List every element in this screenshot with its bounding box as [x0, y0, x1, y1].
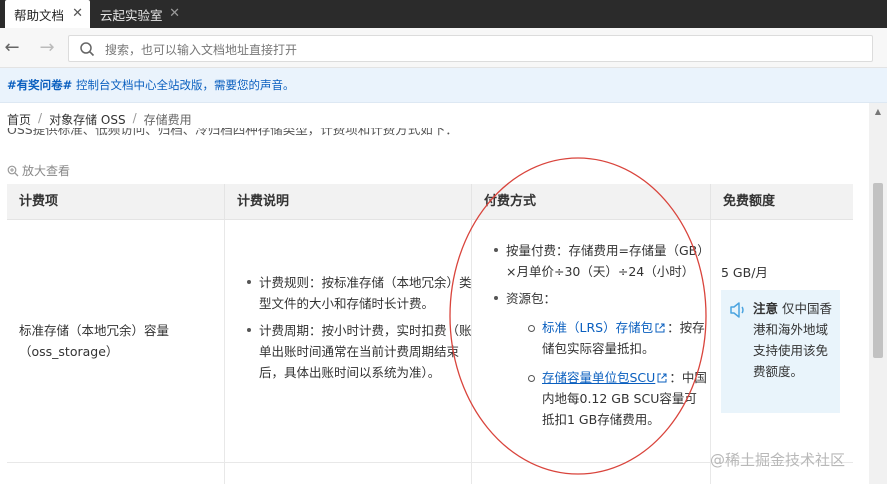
- search-input[interactable]: 搜索，也可以输入文档地址直接打开: [68, 35, 873, 62]
- free-quota-note: 注意 仅中国香港和海外地域支持使用该免费额度。: [721, 290, 840, 413]
- list-item: 标准（LRS）存储包 ：按存储包实际容量抵扣。: [520, 317, 707, 359]
- tab-label: 云起实验室: [100, 7, 163, 23]
- breadcrumb-separator: /: [132, 111, 137, 125]
- tab-label: 帮助文档: [14, 7, 65, 23]
- breadcrumb-current: 存储费用: [143, 113, 192, 127]
- scu-package-link[interactable]: 存储容量单位包SCU: [542, 370, 655, 385]
- forward-arrow-icon[interactable]: →: [35, 36, 59, 60]
- note-title: 注意: [753, 301, 779, 316]
- header-billing-item: 计费项: [19, 194, 59, 209]
- table-header: 计费项 计费说明 付费方式 免费额度: [7, 184, 853, 220]
- breadcrumb-home[interactable]: 首页: [7, 111, 31, 128]
- vertical-scrollbar[interactable]: ▲: [869, 103, 887, 484]
- billing-table: 计费项 计费说明 付费方式 免费额度 标准存储（本地冗余）容量 （oss_sto…: [7, 184, 853, 484]
- list-item: 计费规则：按标准存储（本地冗余）类型文件的大小和存储时长计费。: [245, 272, 477, 314]
- list-item: 按量付费：存储费用=存储量（GB）×月单价÷30（天）÷24（小时）: [492, 240, 707, 282]
- watermark: @稀土掘金技术社区: [710, 451, 846, 469]
- scrollbar-thumb[interactable]: [873, 183, 883, 358]
- breadcrumb-separator: /: [38, 111, 43, 125]
- speaker-icon: [730, 302, 744, 318]
- list-item: 资源包： 标准（LRS）存储包 ：按存储包实际容量抵扣。 存储容量单位包SCU ：中…: [492, 288, 707, 430]
- browser-toolbar: ← → 搜索，也可以输入文档地址直接打开: [0, 28, 887, 68]
- list-item: 计费周期：按小时计费，实时扣费（账单出账时间通常在当前计费周期结束后，具体出账时…: [245, 320, 477, 383]
- column-divider: [224, 220, 225, 484]
- header-free-quota: 免费额度: [710, 184, 853, 220]
- tab-help-docs[interactable]: 帮助文档 ✕: [5, 0, 90, 28]
- external-link-icon: [655, 323, 665, 333]
- browser-tab-strip: 帮助文档 ✕ 云起实验室 ✕: [0, 0, 887, 28]
- close-icon[interactable]: ✕: [72, 6, 83, 21]
- table-cell-billing-desc: 计费规则：按标准存储（本地冗余）类型文件的大小和存储时长计费。 计费周期：按小时…: [245, 272, 477, 389]
- column-divider: [710, 220, 711, 484]
- zoom-view-button[interactable]: 放大查看: [7, 162, 70, 179]
- table-cell-billing-item: 标准存储（本地冗余）容量 （oss_storage）: [19, 323, 170, 359]
- header-payment-method: 付费方式: [471, 184, 710, 220]
- search-icon: [80, 42, 95, 57]
- back-arrow-icon[interactable]: ←: [0, 36, 24, 60]
- survey-link[interactable]: #有奖问卷#: [7, 77, 72, 93]
- intro-text-partial: OSS提供标准、低频访问、归档、冷归档四种存储类型，计费项和计费方式如下：: [7, 128, 458, 137]
- lrs-package-link[interactable]: 标准（LRS）存储包: [542, 320, 653, 335]
- search-placeholder: 搜索，也可以输入文档地址直接打开: [105, 43, 298, 57]
- zoom-in-icon: [7, 165, 19, 176]
- free-quota-value: 5 GB/月: [721, 265, 768, 280]
- list-item: 存储容量单位包SCU ：中国内地每0.12 GB SCU容量可抵扣1 GB存储费用…: [520, 367, 707, 430]
- zoom-label: 放大查看: [22, 164, 71, 178]
- breadcrumb-oss[interactable]: 对象存储 OSS: [49, 111, 126, 128]
- table-cell-payment-method: 按量付费：存储费用=存储量（GB）×月单价÷30（天）÷24（小时） 资源包： …: [492, 240, 707, 436]
- close-icon[interactable]: ✕: [169, 6, 180, 21]
- tab-cloud-lab[interactable]: 云起实验室 ✕: [92, 0, 187, 28]
- survey-banner: #有奖问卷# 控制台文档中心全站改版，需要您的声音。: [0, 68, 887, 103]
- scroll-up-icon[interactable]: ▲: [869, 105, 887, 119]
- breadcrumb: 首页 / 对象存储 OSS / 存储费用: [7, 111, 192, 128]
- banner-text: 控制台文档中心全站改版，需要您的声音。: [76, 78, 295, 92]
- external-link-icon: [657, 373, 667, 383]
- header-billing-desc: 计费说明: [224, 184, 471, 220]
